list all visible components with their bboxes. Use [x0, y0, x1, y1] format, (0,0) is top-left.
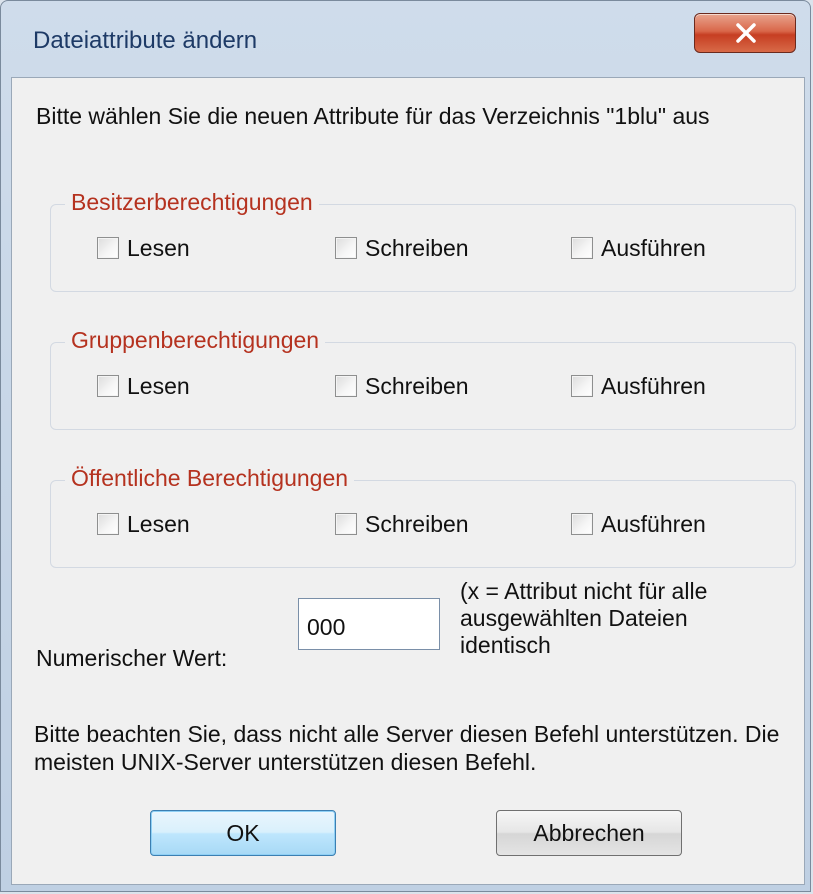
checkbox-label: Ausführen [601, 235, 706, 261]
cancel-button[interactable]: Abbrechen [496, 810, 682, 856]
checkbox-box[interactable] [571, 375, 593, 397]
close-icon [736, 23, 756, 43]
checkbox-box[interactable] [335, 237, 357, 259]
checkbox-box[interactable] [97, 375, 119, 397]
group-title: Gruppenberechtigungen [65, 327, 326, 354]
checkbox-box[interactable] [335, 375, 357, 397]
dialog-title: Dateiattribute ändern [33, 27, 258, 54]
group-title: Öffentliche Berechtigungen [65, 465, 355, 492]
checkbox-box[interactable] [97, 513, 119, 535]
dialog-window: Dateiattribute ändern Bitte wählen Sie d… [0, 0, 811, 892]
public-permissions-group: Öffentliche Berechtigungen Lesen Schreib… [50, 465, 796, 568]
owner-permissions-group: Besitzerberechtigungen Lesen Schreiben A… [50, 189, 796, 292]
checkbox-label: Lesen [127, 511, 190, 537]
checkbox-box[interactable] [335, 513, 357, 535]
dialog-body: Bitte wählen Sie die neuen Attribute für… [11, 77, 805, 885]
checkbox-label: Schreiben [365, 235, 469, 261]
close-button[interactable] [694, 13, 796, 53]
group-permissions-group: Gruppenberechtigungen Lesen Schreiben Au… [50, 327, 796, 430]
ok-button[interactable]: OK [150, 810, 336, 856]
intro-text: Bitte wählen Sie die neuen Attribute für… [36, 103, 710, 129]
checkbox-label: Ausführen [601, 511, 706, 537]
checkbox-label: Schreiben [365, 511, 469, 537]
checkbox-label: Schreiben [365, 373, 469, 399]
checkbox-label: Lesen [127, 235, 190, 261]
checkbox-label: Lesen [127, 373, 190, 399]
title-bar[interactable]: Dateiattribute ändern [1, 1, 810, 81]
numeric-value-input[interactable] [298, 598, 440, 650]
checkbox-label: Ausführen [601, 373, 706, 399]
checkbox-box[interactable] [571, 513, 593, 535]
numeric-value-label: Numerischer Wert: [36, 645, 228, 671]
numeric-hint-text: (x = Attribut nicht für alle ausgewählte… [460, 578, 708, 658]
checkbox-box[interactable] [97, 237, 119, 259]
checkbox-box[interactable] [571, 237, 593, 259]
server-note-text: Bitte beachten Sie, dass nicht alle Serv… [34, 721, 780, 775]
group-title: Besitzerberechtigungen [65, 189, 319, 216]
